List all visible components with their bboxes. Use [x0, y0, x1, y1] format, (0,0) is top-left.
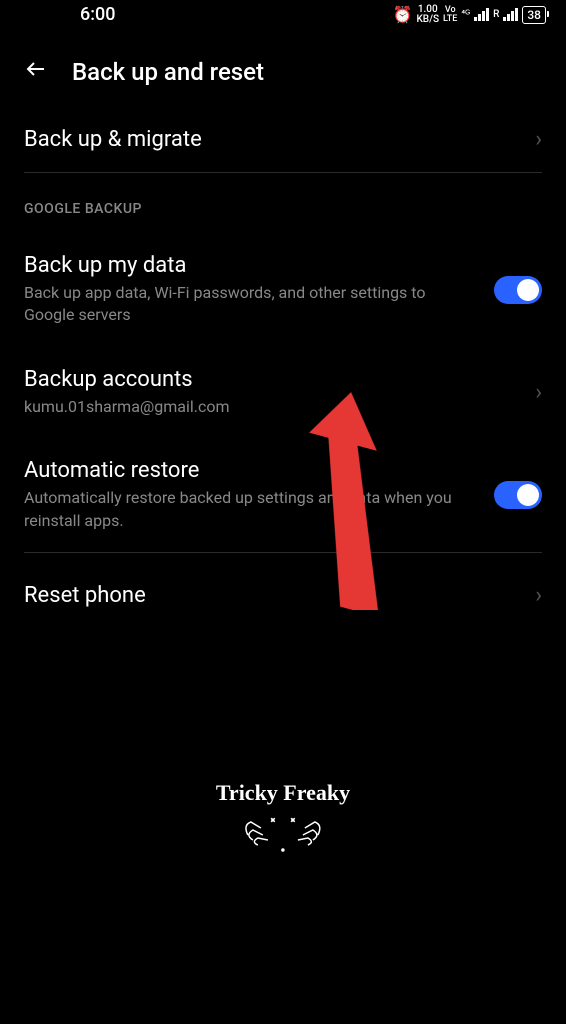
- backup-data-toggle[interactable]: [494, 276, 542, 304]
- backup-migrate-item[interactable]: Back up & migrate ›: [0, 107, 566, 172]
- status-indicators: ⏰ 1.00 KB/S Vo LTE ⁴ᴳ R 38: [393, 5, 546, 25]
- item-title: Back up my data: [24, 253, 494, 278]
- item-subtitle: Back up app data, Wi-Fi passwords, and o…: [24, 282, 494, 327]
- roaming-indicator: R: [493, 9, 499, 20]
- page-title: Back up and reset: [72, 58, 264, 86]
- network-type: ⁴ᴳ: [461, 9, 470, 20]
- backup-accounts-item[interactable]: Backup accounts kumu.01sharma@gmail.com …: [0, 347, 566, 438]
- status-time: 6:00: [20, 4, 115, 25]
- chevron-right-icon: ›: [535, 127, 542, 152]
- auto-restore-item[interactable]: Automatic restore Automatically restore …: [0, 438, 566, 552]
- chevron-right-icon: ›: [535, 380, 542, 405]
- divider: [24, 552, 542, 553]
- watermark-text: Tricky Freaky: [216, 780, 350, 806]
- watermark: Tricky Freaky: [216, 780, 350, 864]
- backup-data-item[interactable]: Back up my data Back up app data, Wi-Fi …: [0, 233, 566, 347]
- item-title: Automatic restore: [24, 458, 494, 483]
- watermark-hands-icon: [216, 810, 350, 864]
- section-header-google: GOOGLE BACKUP: [0, 173, 566, 233]
- alarm-icon: ⏰: [393, 5, 413, 24]
- reset-phone-item[interactable]: Reset phone ›: [0, 563, 566, 628]
- volte-indicator: Vo LTE: [443, 6, 457, 24]
- item-title: Back up & migrate: [24, 127, 535, 152]
- page-header: Back up and reset: [0, 33, 566, 107]
- chevron-right-icon: ›: [535, 583, 542, 608]
- signal-icon: [474, 8, 489, 21]
- item-subtitle: kumu.01sharma@gmail.com: [24, 396, 535, 418]
- item-title: Reset phone: [24, 583, 535, 608]
- signal-icon-2: [503, 8, 518, 21]
- network-speed: 1.00 KB/S: [416, 5, 439, 25]
- battery-icon: 38: [522, 6, 546, 24]
- toggle-knob: [517, 484, 539, 506]
- toggle-knob: [517, 279, 539, 301]
- status-bar: 6:00 ⏰ 1.00 KB/S Vo LTE ⁴ᴳ R 38: [0, 0, 566, 33]
- back-arrow-icon[interactable]: [24, 57, 48, 87]
- item-subtitle: Automatically restore backed up settings…: [24, 487, 494, 532]
- item-title: Backup accounts: [24, 367, 535, 392]
- auto-restore-toggle[interactable]: [494, 481, 542, 509]
